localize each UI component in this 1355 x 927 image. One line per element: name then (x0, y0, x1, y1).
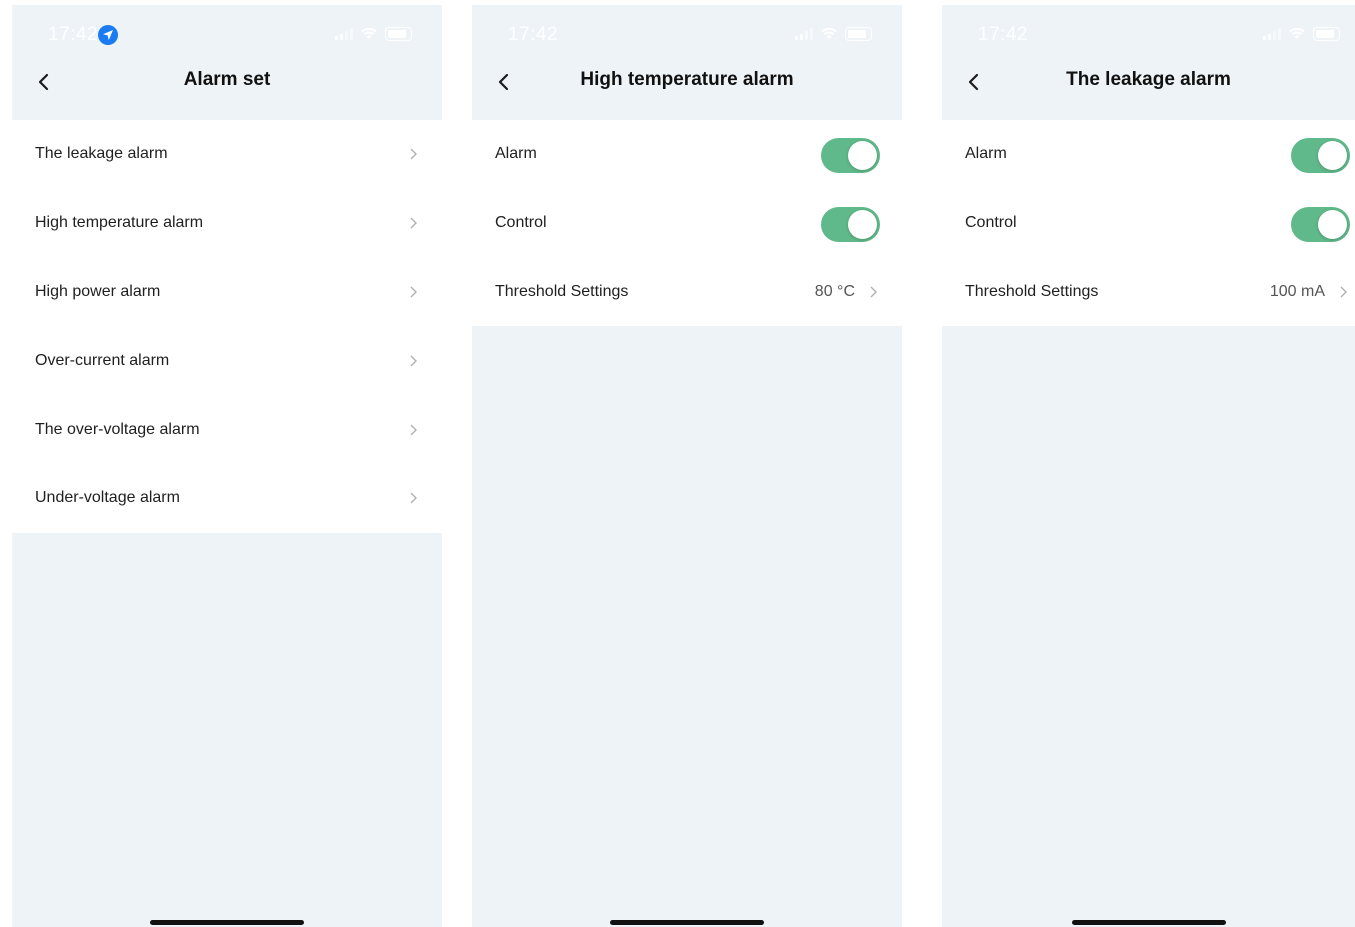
list-item-label: High power alarm (35, 282, 161, 300)
control-label: Control (965, 214, 1017, 232)
control-label: Control (495, 214, 547, 232)
nav-bar: High temperature alarm (472, 59, 902, 119)
nav-bar: Alarm set (12, 59, 442, 119)
page-title: The leakage alarm (1066, 69, 1231, 90)
list-item-label: The leakage alarm (35, 145, 168, 163)
wifi-icon (1289, 28, 1305, 39)
alarm-list: The leakage alarm High temperature alarm… (12, 120, 442, 533)
threshold-settings-row[interactable]: Threshold Settings 80 °C (472, 258, 902, 327)
alarm-row: Alarm (472, 120, 902, 189)
list-item-label: High temperature alarm (35, 214, 204, 232)
settings-list: Alarm Control Threshold Settings 100 mA (942, 120, 1355, 327)
location-icon (98, 25, 118, 45)
control-toggle[interactable] (821, 206, 880, 242)
signal-icon (795, 28, 813, 40)
chevron-right-icon (410, 286, 417, 298)
alarm-set-screen: 17:42 Alarm set The leakage alarm High t… (12, 5, 442, 927)
list-item-leakage-alarm[interactable]: The leakage alarm (12, 120, 442, 189)
status-bar: 17:42 (942, 5, 1355, 59)
status-bar: 17:42 (12, 5, 442, 59)
status-indicators (335, 27, 412, 41)
list-item-high-temperature-alarm[interactable]: High temperature alarm (12, 189, 442, 258)
nav-bar: The leakage alarm (942, 59, 1355, 119)
chevron-right-icon (870, 286, 877, 298)
control-toggle[interactable] (1291, 206, 1350, 242)
chevron-right-icon (410, 148, 417, 160)
alarm-row: Alarm (942, 120, 1355, 189)
threshold-label: Threshold Settings (495, 282, 629, 300)
status-time: 17:42 (508, 24, 559, 45)
home-indicator (610, 920, 764, 925)
alarm-toggle[interactable] (821, 138, 880, 173)
status-bar: 17:42 (472, 5, 902, 59)
list-item-under-voltage-alarm[interactable]: Under-voltage alarm (12, 464, 442, 533)
threshold-value: 100 mA (1269, 282, 1325, 300)
chevron-right-icon (410, 217, 417, 229)
home-indicator (150, 920, 304, 925)
battery-icon (845, 27, 872, 41)
toggle-knob (1318, 141, 1347, 170)
toggle-knob (848, 141, 877, 170)
toggle-knob (1318, 209, 1347, 239)
threshold-settings-row[interactable]: Threshold Settings 100 mA (942, 258, 1355, 327)
status-indicators (1263, 27, 1340, 41)
wifi-icon (821, 28, 837, 39)
list-item-high-power-alarm[interactable]: High power alarm (12, 258, 442, 327)
threshold-label: Threshold Settings (965, 282, 1099, 300)
chevron-right-icon (410, 424, 417, 436)
signal-icon (335, 28, 353, 40)
list-item-label: Over-current alarm (35, 351, 170, 369)
status-indicators (795, 27, 872, 41)
status-time: 17:42 (48, 24, 99, 45)
list-item-label: Under-voltage alarm (35, 489, 180, 507)
threshold-value: 80 °C (814, 282, 855, 300)
alarm-label: Alarm (965, 145, 1007, 163)
chevron-right-icon (1340, 286, 1347, 298)
home-indicator (1071, 920, 1226, 925)
status-time: 17:42 (978, 24, 1029, 45)
high-temperature-alarm-screen: 17:42 High temperature alarm Alarm Contr… (472, 5, 902, 927)
battery-icon (385, 27, 412, 41)
signal-icon (1263, 28, 1281, 40)
list-item-label: The over-voltage alarm (35, 420, 200, 438)
settings-list: Alarm Control Threshold Settings 80 °C (472, 120, 902, 327)
list-item-over-voltage-alarm[interactable]: The over-voltage alarm (12, 395, 442, 464)
list-item-over-current-alarm[interactable]: Over-current alarm (12, 326, 442, 395)
battery-icon (1313, 27, 1340, 41)
control-row: Control (942, 189, 1355, 258)
chevron-right-icon (410, 492, 417, 504)
toggle-knob (848, 209, 877, 239)
chevron-right-icon (410, 355, 417, 367)
alarm-label: Alarm (495, 145, 537, 163)
wifi-icon (361, 28, 377, 39)
page-title: High temperature alarm (580, 69, 794, 90)
leakage-alarm-screen: 17:42 The leakage alarm Alarm Control Th… (942, 5, 1355, 927)
page-title: Alarm set (183, 69, 271, 90)
alarm-toggle[interactable] (1291, 138, 1350, 173)
control-row: Control (472, 189, 902, 258)
